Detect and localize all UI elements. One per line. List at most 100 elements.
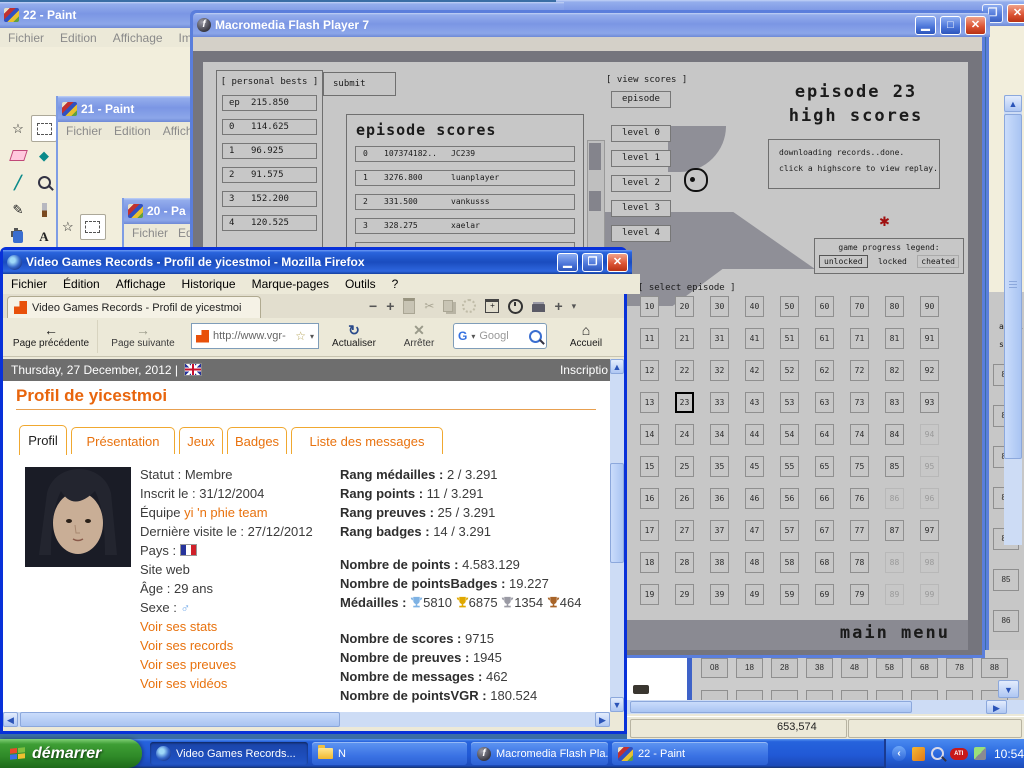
paste-icon[interactable] <box>403 298 416 314</box>
personal-best-row[interactable]: 1 96.925 <box>222 143 317 159</box>
episode-cell[interactable]: 25 <box>675 456 694 477</box>
scroll-down-icon[interactable]: ▼ <box>998 680 1019 698</box>
episode-cell[interactable]: 42 <box>745 360 764 381</box>
episode-cell[interactable]: 29 <box>675 584 694 605</box>
episode-cell[interactable]: 58 <box>780 552 799 573</box>
episode-cell[interactable]: 36 <box>710 488 729 509</box>
episode-cell[interactable]: 39 <box>710 584 729 605</box>
episode-cell[interactable]: 85 <box>885 456 904 477</box>
maximize-button[interactable]: □ <box>940 15 961 35</box>
personal-best-row[interactable]: 4 120.525 <box>222 215 317 231</box>
episode-cell[interactable]: 88 <box>885 552 904 573</box>
menu-item[interactable]: Edition <box>60 31 97 45</box>
zoom-in-icon[interactable]: + <box>386 298 394 314</box>
personal-best-row[interactable]: 2 91.575 <box>222 167 317 183</box>
episode-cell[interactable]: 11 <box>640 328 659 349</box>
episode-cell[interactable]: 66 <box>815 488 834 509</box>
profile-link[interactable]: Voir ses stats <box>140 617 236 636</box>
episode-cell[interactable]: 14 <box>640 424 659 445</box>
episode-cell[interactable]: 60 <box>815 296 834 317</box>
freeform-select-icon[interactable]: ☆ <box>5 115 31 142</box>
score-row[interactable]: 0 107374182.. JC239 <box>355 146 575 162</box>
copy-icon[interactable] <box>443 300 454 312</box>
airbrush-icon[interactable] <box>5 223 31 250</box>
magnifier-icon[interactable] <box>31 169 57 196</box>
tab-jeux[interactable]: Jeux <box>179 427 223 454</box>
inscription-link[interactable]: Inscriptio <box>560 359 608 381</box>
episode-cell[interactable]: 83 <box>885 392 904 413</box>
team-link[interactable]: yi 'n phie team <box>184 505 267 520</box>
episode-cell[interactable]: 20 <box>675 296 694 317</box>
profile-link[interactable]: Voir ses records <box>140 636 236 655</box>
episode-cell[interactable]: 54 <box>780 424 799 445</box>
episode-cell[interactable]: 67 <box>815 520 834 541</box>
taskbar-task-firefox[interactable]: Video Games Records... <box>150 742 308 765</box>
episode-cell[interactable]: 90 <box>920 296 939 317</box>
new-window-icon[interactable]: + <box>485 299 500 313</box>
episode-cell[interactable]: 64 <box>815 424 834 445</box>
paint21-titlebar[interactable]: 21 - Paint <box>58 96 198 122</box>
scrollbar-thumb[interactable] <box>589 143 601 170</box>
score-row[interactable]: 2 331.500 vankusss <box>355 194 575 210</box>
personal-best-row[interactable]: ep 215.850 <box>222 95 317 111</box>
episode-cell[interactable]: 31 <box>710 328 729 349</box>
add-icon[interactable]: + <box>554 298 562 314</box>
episode-cell[interactable]: 28 <box>675 552 694 573</box>
episode-cell[interactable]: 53 <box>780 392 799 413</box>
episode-cell[interactable]: 73 <box>850 392 869 413</box>
episode-cell-fragment[interactable]: 38 <box>806 658 833 678</box>
episode-cell[interactable]: 43 <box>745 392 764 413</box>
episode-cell[interactable]: 30 <box>710 296 729 317</box>
episode-cell[interactable]: 75 <box>850 456 869 477</box>
episode-cell[interactable]: 27 <box>675 520 694 541</box>
episode-cell[interactable]: 76 <box>850 488 869 509</box>
episode-cell[interactable]: 78 <box>850 552 869 573</box>
episode-cell[interactable]: 32 <box>710 360 729 381</box>
scroll-right-icon[interactable]: ▶ <box>595 712 610 727</box>
firefox-vertical-scrollbar[interactable]: ▲ ▼ <box>610 359 624 712</box>
episode-cell[interactable]: 23 <box>675 392 694 413</box>
pencil-icon[interactable]: ✎ <box>5 196 31 223</box>
episode-cell[interactable]: 38 <box>710 552 729 573</box>
episode-cell[interactable]: 48 <box>745 552 764 573</box>
firefox-titlebar[interactable]: Video Games Records - Profil de yicestmo… <box>3 250 632 274</box>
episode-cell[interactable]: 44 <box>745 424 764 445</box>
score-row[interactable]: 3 328.275 xaelar <box>355 218 575 234</box>
rect-select-icon[interactable] <box>79 214 106 240</box>
close-icon[interactable]: ✕ <box>607 252 628 272</box>
episode-cell[interactable]: 46 <box>745 488 764 509</box>
taskbar-task-folder[interactable]: N <box>312 742 467 765</box>
menu-item[interactable]: Edition <box>114 124 151 138</box>
tab-presentation[interactable]: Présentation <box>71 427 175 454</box>
episode-cell[interactable]: 97 <box>920 520 939 541</box>
scroll-left-icon[interactable]: ◀ <box>3 712 18 727</box>
zoom-out-icon[interactable]: − <box>369 298 377 314</box>
episode-cell[interactable]: 87 <box>885 520 904 541</box>
scroll-right-icon[interactable]: ▶ <box>986 700 1007 714</box>
episode-cell-fragment[interactable]: 85 <box>993 569 1019 591</box>
stop-button[interactable]: ✕ Arrêter <box>389 320 449 353</box>
tray-clock[interactable]: 10:54 <box>994 747 1024 761</box>
episode-cell[interactable]: 84 <box>885 424 904 445</box>
personal-best-row[interactable]: 3 152.200 <box>222 191 317 207</box>
eraser-icon[interactable] <box>5 142 31 169</box>
freeform-select-icon[interactable]: ☆ <box>62 214 74 240</box>
view-scores-button[interactable]: level 0 <box>611 125 671 142</box>
episode-cell[interactable]: 92 <box>920 360 939 381</box>
close-icon[interactable]: ✕ <box>965 15 986 35</box>
view-scores-button[interactable]: level 4 <box>611 225 671 242</box>
episode-cell[interactable]: 22 <box>675 360 694 381</box>
episode-cell[interactable]: 40 <box>745 296 764 317</box>
overflow-caret-icon[interactable]: ▾ <box>572 301 577 312</box>
episode-cell[interactable]: 19 <box>640 584 659 605</box>
back-button[interactable]: ← Page précédente <box>5 320 98 353</box>
view-scores-button[interactable]: level 2 <box>611 175 671 192</box>
search-field[interactable]: G ▾ Googl <box>453 323 547 349</box>
paint20-titlebar[interactable]: 20 - Pa <box>124 198 200 224</box>
profile-link[interactable]: Voir ses preuves <box>140 655 236 674</box>
scrollbar-thumb[interactable] <box>1004 114 1022 459</box>
siteweb-link[interactable]: Site web <box>140 562 190 577</box>
background-vertical-scrollbar[interactable]: ▲ <box>1004 95 1022 545</box>
episode-cell[interactable]: 69 <box>815 584 834 605</box>
episode-cell[interactable]: 65 <box>815 456 834 477</box>
